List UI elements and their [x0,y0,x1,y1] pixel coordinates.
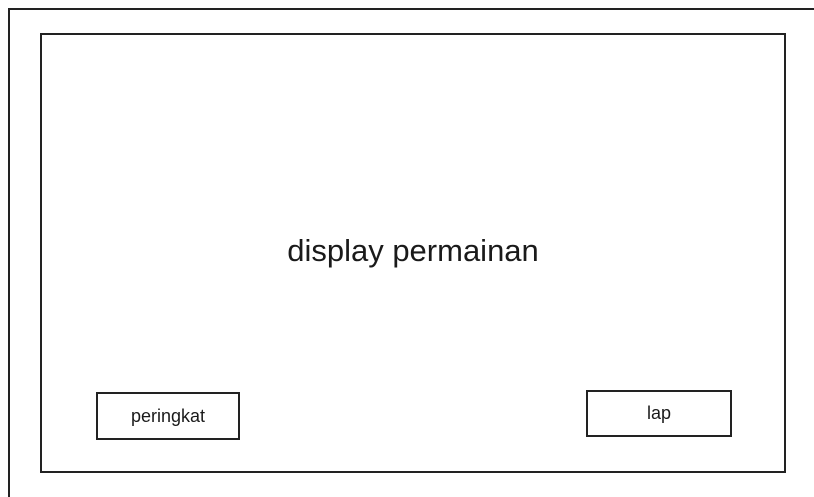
lap-button[interactable]: lap [586,390,732,437]
outer-frame-top-border [8,8,814,10]
outer-frame-left-border [8,8,10,497]
game-display-frame: display permainan peringkat lap [40,33,786,473]
peringkat-button[interactable]: peringkat [96,392,240,440]
game-display-label: display permainan [287,233,539,268]
